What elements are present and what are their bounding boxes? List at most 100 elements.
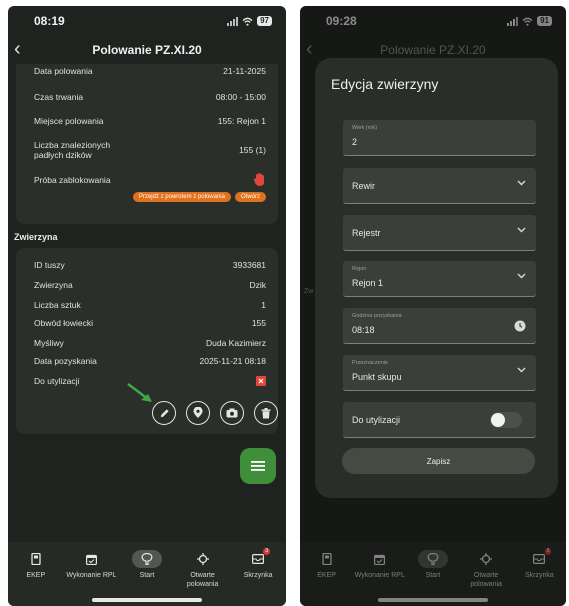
status-bar: 08:19 97 bbox=[8, 6, 286, 36]
game-label: Obwód łowiecki bbox=[34, 318, 94, 328]
detail-row-duration: Czas trwania 08:00 - 15:00 bbox=[34, 92, 266, 102]
page-title: Polowanie PZ.XI.20 bbox=[92, 43, 202, 57]
inbox-badge: 3 bbox=[263, 548, 271, 555]
detail-label: Próba zablokowania bbox=[34, 174, 111, 185]
harvest-time-field[interactable]: Godzina pozyskania 08:18 bbox=[343, 308, 536, 344]
detail-value: 21-11-2025 bbox=[223, 66, 266, 76]
toggle-knob bbox=[491, 413, 505, 427]
game-value: 155 bbox=[251, 318, 266, 328]
detail-row-place: Miejsce polowania 155: Rejon 1 bbox=[34, 116, 266, 126]
rejon-select[interactable]: Rejon Rejon 1 bbox=[343, 261, 536, 297]
rejestr-select[interactable]: Rejestr bbox=[343, 215, 536, 251]
game-value: 2025-11-21 08:18 bbox=[199, 356, 266, 366]
disposal-flag-icon bbox=[256, 376, 266, 386]
field-value: Rejon 1 bbox=[352, 278, 384, 288]
game-label: Data pozyskania bbox=[34, 356, 97, 366]
inbox-icon: 3 bbox=[243, 548, 273, 568]
field-placeholder: Rejestr bbox=[352, 228, 381, 238]
edit-game-dialog: Edycja zwierzyny Wiek (rok) 2 Rewir Reje… bbox=[315, 58, 558, 498]
game-label: Myśliwy bbox=[34, 338, 64, 348]
target-icon bbox=[188, 550, 218, 568]
detail-row-block-attempt: Próba zablokowania bbox=[34, 172, 266, 187]
detail-row-found-boars: Liczba znalezionych padłych dzików 155 (… bbox=[34, 140, 266, 160]
home-indicator bbox=[92, 598, 202, 602]
bottom-navigation: EKEP Wykonanie RPL Start Otwarte polowan… bbox=[8, 542, 286, 606]
map-pin-icon bbox=[193, 407, 203, 418]
camera-button[interactable] bbox=[220, 401, 244, 425]
detail-label: Czas trwania bbox=[34, 92, 84, 102]
battery-indicator: 97 bbox=[257, 16, 272, 26]
signal-icon bbox=[227, 16, 239, 26]
system-indicators: 97 bbox=[227, 16, 272, 26]
field-value: 08:18 bbox=[352, 325, 375, 335]
book-icon bbox=[21, 550, 51, 568]
game-row-district: Obwód łowiecki 155 bbox=[34, 318, 266, 328]
phone-screen-hunt-details: 08:19 97 ‹ Polowanie PZ.XI.20 Data polow… bbox=[8, 6, 286, 606]
nav-item-inbox[interactable]: 3 Skrzynka bbox=[232, 548, 284, 606]
game-value: 3933681 bbox=[232, 260, 266, 270]
detail-label: Liczba znalezionych padłych dzików bbox=[34, 140, 111, 160]
game-value: 1 bbox=[261, 300, 266, 310]
nav-label: Skrzynka bbox=[243, 572, 273, 579]
delete-button[interactable] bbox=[254, 401, 278, 425]
phone-screen-edit-game: 09:28 91 ‹ Polowanie PZ.XI.20 Zw EKEP Wy… bbox=[300, 6, 566, 606]
trash-icon bbox=[261, 407, 271, 418]
clock-icon[interactable] bbox=[514, 320, 526, 332]
nav-label: Otwarte polowania bbox=[186, 572, 219, 588]
nav-item-ekep[interactable]: EKEP bbox=[10, 550, 62, 606]
game-label: Do utylizacji bbox=[34, 376, 80, 386]
chevron-down-icon bbox=[517, 227, 526, 233]
detail-value: 155: Rejon 1 bbox=[217, 116, 266, 126]
edit-button[interactable] bbox=[152, 401, 176, 425]
age-field[interactable]: Wiek (rok) 2 bbox=[343, 120, 536, 156]
field-placeholder: Rewir bbox=[352, 181, 376, 191]
field-label: Godzina pozyskania bbox=[352, 313, 402, 319]
detail-row-date: Data polowania 21-11-2025 bbox=[34, 66, 266, 76]
nav-label: EKEP bbox=[26, 572, 46, 579]
wifi-icon bbox=[242, 17, 253, 26]
hunt-details-card: Data polowania 21-11-2025 Czas trwania 0… bbox=[16, 64, 278, 224]
field-value: Punkt skupu bbox=[352, 372, 402, 382]
menu-fab-button[interactable] bbox=[240, 448, 276, 484]
field-value: 2 bbox=[352, 137, 358, 147]
section-title-game: Zwierzyna bbox=[14, 232, 58, 242]
game-row-species: Zwierzyna Dzik bbox=[34, 280, 266, 290]
game-label: Liczba sztuk bbox=[34, 300, 81, 310]
tree-icon bbox=[131, 550, 162, 568]
pencil-icon bbox=[160, 408, 169, 417]
game-label: Zwierzyna bbox=[34, 280, 73, 290]
game-label: ID tuszy bbox=[34, 260, 65, 270]
dialog-title: Edycja zwierzyny bbox=[331, 76, 439, 92]
purpose-select[interactable]: Przeznaczenie Punkt skupu bbox=[343, 355, 536, 391]
camera-icon bbox=[226, 408, 238, 418]
calendar-icon bbox=[76, 550, 106, 568]
back-arrow-icon[interactable]: ‹ bbox=[14, 38, 21, 60]
nav-label: Wykonanie RPL bbox=[66, 572, 117, 579]
save-button[interactable]: Zapisz bbox=[342, 448, 535, 474]
game-card: ID tuszy 3933681 Zwierzyna Dzik Liczba s… bbox=[16, 248, 278, 434]
chevron-down-icon bbox=[517, 180, 526, 186]
detail-label: Miejsce polowania bbox=[34, 116, 104, 126]
game-row-hunter: Myśliwy Duda Kazimierz bbox=[34, 338, 266, 348]
chevron-down-icon bbox=[517, 367, 526, 373]
detail-label: Data polowania bbox=[34, 66, 93, 76]
hand-stop-icon bbox=[253, 173, 264, 186]
orange-action-group: Przejdź z powrotem z polowania Otwórz bbox=[132, 192, 266, 202]
field-label: Rejon bbox=[352, 266, 367, 272]
app-header: ‹ Polowanie PZ.XI.20 bbox=[8, 36, 286, 64]
rewir-select[interactable]: Rewir bbox=[343, 168, 536, 204]
game-value: Dzik bbox=[249, 280, 266, 290]
status-time: 08:19 bbox=[34, 14, 65, 28]
game-value: Duda Kazimierz bbox=[206, 338, 266, 348]
location-button[interactable] bbox=[186, 401, 210, 425]
game-row-harvest-date: Data pozyskania 2025-11-21 08:18 bbox=[34, 356, 266, 366]
disposal-toggle-row: Do utylizacji bbox=[343, 402, 536, 438]
field-label: Do utylizacji bbox=[352, 415, 401, 425]
field-label: Wiek (rok) bbox=[352, 125, 378, 131]
return-from-hunt-button[interactable]: Przejdź z powrotem z polowania bbox=[132, 192, 231, 202]
disposal-toggle[interactable] bbox=[490, 412, 522, 428]
game-row-carcass-id: ID tuszy 3933681 bbox=[34, 260, 266, 270]
open-button[interactable]: Otwórz bbox=[234, 192, 266, 202]
game-row-count: Liczba sztuk 1 bbox=[34, 300, 266, 310]
game-actions bbox=[152, 401, 278, 425]
